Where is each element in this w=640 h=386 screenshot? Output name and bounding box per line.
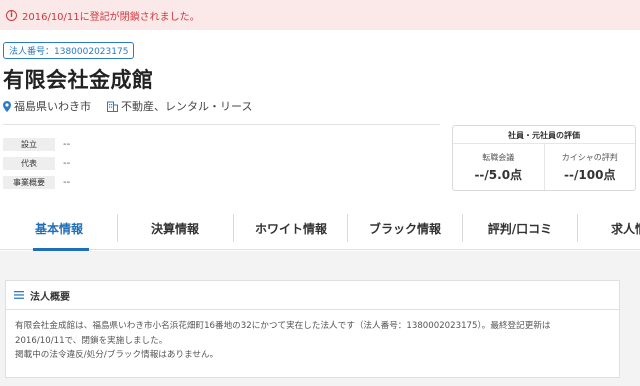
info-label: 事業概要 [3, 175, 55, 189]
alert-text: 2016/10/11に登記が閉鎖されました。 [22, 11, 200, 23]
info-row-business-summary: 事業概要 -- [3, 175, 70, 189]
overview-text-line: 2016/10/11で、閉鎖を実施しました。 [15, 335, 168, 346]
header-divider [3, 124, 440, 125]
map-pin-icon [3, 100, 11, 112]
info-value: -- [63, 157, 71, 169]
tab-basic-info[interactable]: 基本情報 [1, 206, 117, 251]
evaluation-score: --/100点 [564, 168, 616, 182]
evaluation-label: 転職会議 [482, 153, 515, 162]
tab-job-info[interactable]: 求人情 [577, 206, 640, 250]
overview-heading: 法人概要 [30, 291, 70, 303]
tab-white-info[interactable]: ホワイト情報 [233, 206, 349, 250]
employee-evaluation-box: 社員・元社員の評価 転職会議 --/5.0点 カイシャの評判 --/100点 [452, 125, 636, 191]
overview-text-line: 掲載中の法令違反/処分/ブラック情報はありません。 [15, 350, 219, 360]
evaluation-kaisha-hyouban[interactable]: カイシャの評判 --/100点 [543, 144, 636, 190]
info-row-established: 設立 -- [3, 137, 70, 151]
company-meta: 福島県いわき市 不動産、レンタル・リース [3, 98, 252, 114]
tab-bar: 基本情報 決算情報 ホワイト情報 ブラック情報 評判/口コミ 求人情 [0, 206, 640, 251]
location-text[interactable]: 福島県いわき市 [14, 98, 91, 114]
tab-financial-info[interactable]: 決算情報 [117, 206, 233, 250]
closure-alert: i 2016/10/11に登記が閉鎖されました。 [0, 0, 640, 30]
overview-section-body: 有限会社金成館は、福島県いわき市小名浜花畑町16番地の32にかつて実在した法人で… [5, 310, 620, 378]
info-row-representative: 代表 -- [3, 156, 70, 170]
menu-lines-icon [14, 291, 24, 299]
tab-black-info[interactable]: ブラック情報 [347, 206, 463, 250]
evaluation-label: カイシャの評判 [561, 153, 618, 162]
evaluation-score: --/5.0点 [474, 168, 523, 182]
info-value: -- [63, 138, 71, 150]
company-name: 有限会社金成館 [3, 68, 154, 92]
corporate-number-badge: 法人番号：1380002023175 [3, 42, 135, 59]
evaluation-title: 社員・元社員の評価 [453, 126, 635, 144]
info-label: 代表 [3, 156, 55, 170]
info-value: -- [63, 176, 71, 188]
evaluation-tenshoku-kaigi[interactable]: 転職会議 --/5.0点 [453, 144, 544, 190]
building-icon [107, 101, 118, 112]
overview-text-line: 有限会社金成館は、福島県いわき市小名浜花畑町16番地の32にかつて実在した法人で… [15, 321, 551, 331]
tab-reviews[interactable]: 評判/口コミ [462, 206, 578, 250]
info-circle-icon: i [6, 9, 17, 21]
industry-text[interactable]: 不動産、レンタル・リース [121, 98, 252, 114]
overview-section-header: 法人概要 [5, 280, 620, 310]
info-label: 設立 [3, 137, 55, 151]
